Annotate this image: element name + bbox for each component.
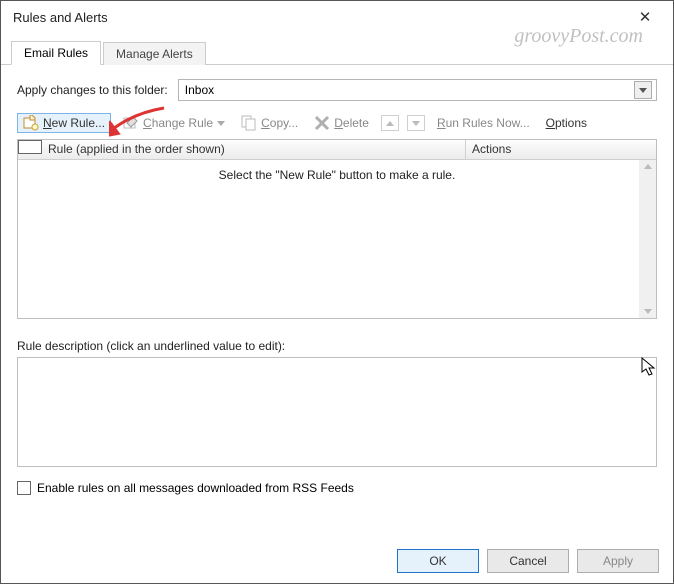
tab-strip: Email Rules Manage Alerts [1,39,673,65]
cancel-button[interactable]: Cancel [487,549,569,573]
chevron-down-icon [217,121,225,126]
chevron-down-icon [639,88,647,93]
new-rule-label: New Rule... [43,116,105,130]
scroll-down-icon [644,309,652,314]
column-checkbox[interactable] [18,140,42,154]
run-rules-label: Run Rules Now... [437,116,530,130]
tab-email-rules[interactable]: Email Rules [11,41,101,65]
triangle-up-icon [386,121,394,126]
column-actions[interactable]: Actions [466,140,656,159]
change-rule-icon [123,115,139,131]
move-down-button[interactable] [407,115,425,131]
rss-checkbox-row[interactable]: Enable rules on all messages downloaded … [17,481,657,495]
description-box[interactable] [17,357,657,467]
scrollbar[interactable] [639,160,656,318]
close-button[interactable]: ✕ [625,8,665,26]
description-label: Rule description (click an underlined va… [17,339,657,353]
delete-button[interactable]: Delete [310,113,373,133]
rules-listbox[interactable]: Rule (applied in the order shown) Action… [17,139,657,319]
folder-value: Inbox [185,83,634,97]
scroll-up-icon [644,164,652,169]
folder-select[interactable]: Inbox [178,79,657,101]
toolbar: New Rule... Change Rule Copy... Delete R… [17,113,657,133]
copy-button[interactable]: Copy... [237,113,302,133]
change-rule-label: Change Rule [143,116,213,130]
dropdown-button[interactable] [634,81,652,99]
dialog-content: Apply changes to this folder: Inbox New … [1,65,673,505]
ok-button[interactable]: OK [397,549,479,573]
run-rules-button[interactable]: Run Rules Now... [433,114,534,132]
tab-manage-alerts[interactable]: Manage Alerts [103,42,206,65]
delete-icon [314,115,330,131]
folder-row: Apply changes to this folder: Inbox [17,79,657,101]
rss-checkbox[interactable] [17,481,31,495]
rules-header: Rule (applied in the order shown) Action… [18,140,656,160]
window-title: Rules and Alerts [13,10,625,25]
options-button[interactable]: Options [542,114,591,132]
rss-checkbox-label: Enable rules on all messages downloaded … [37,481,354,495]
copy-icon [241,115,257,131]
rules-empty-message: Select the "New Rule" button to make a r… [18,160,656,190]
copy-label: Copy... [261,116,298,130]
folder-label: Apply changes to this folder: [17,83,168,97]
new-rule-icon [23,115,39,131]
move-up-button[interactable] [381,115,399,131]
new-rule-button[interactable]: New Rule... [17,113,111,133]
title-bar: Rules and Alerts ✕ [1,1,673,33]
change-rule-button[interactable]: Change Rule [119,113,229,133]
delete-label: Delete [334,116,369,130]
dialog-footer: OK Cancel Apply [397,549,659,573]
column-rule[interactable]: Rule (applied in the order shown) [42,140,466,159]
triangle-down-icon [412,121,420,126]
options-label: Options [546,116,587,130]
apply-button[interactable]: Apply [577,549,659,573]
